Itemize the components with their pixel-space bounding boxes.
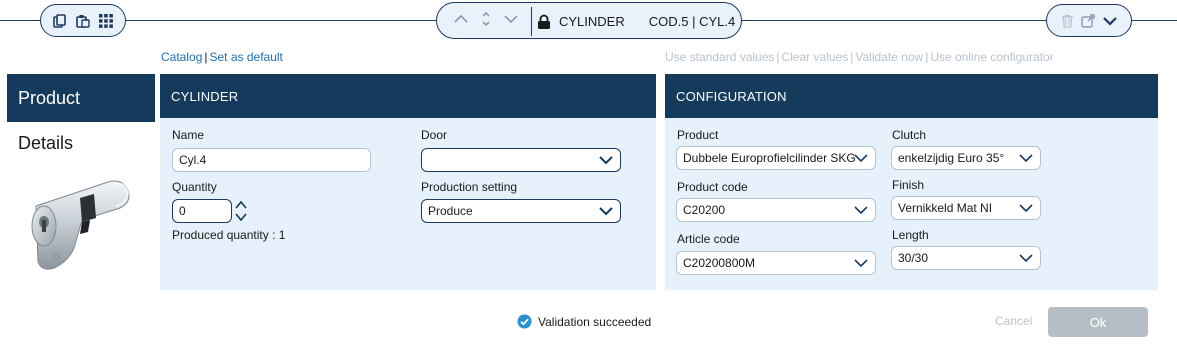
door-label: Door [421,128,448,142]
chevron-down-icon [1018,251,1034,268]
link-separator: | [925,50,929,64]
length-label: Length [892,228,929,242]
toolbar-center-group: CYLINDER COD.5 | CYL.4 [436,2,742,39]
external-link-icon[interactable] [1080,13,1095,28]
production-setting-label: Production setting [421,180,518,194]
ok-button[interactable]: Ok [1048,307,1148,337]
chevron-down-icon [598,204,614,221]
record-title: CYLINDER COD.5 | CYL.4 [537,3,735,40]
production-setting-value: Produce [428,204,473,218]
trash-icon[interactable] [1061,14,1074,28]
chevron-down-icon[interactable] [503,11,519,27]
product-code-select[interactable]: C20200 [676,198,876,222]
cylinder-panel-header: CYLINDER [160,74,656,118]
copy-icon[interactable] [53,13,67,28]
name-label: Name [172,128,205,142]
article-code-select[interactable]: C20200800M [676,251,876,275]
chevron-down-icon [853,151,869,168]
clutch-value: enkelzijdig Euro 35° [898,151,1005,165]
chevron-up-icon[interactable] [453,11,469,27]
clutch-label: Clutch [892,128,927,142]
product-image [22,176,134,276]
toolbar-right-group [1046,4,1132,37]
collapse-expand-icon[interactable] [479,11,493,27]
sidebar-item-product[interactable]: Product [7,74,155,122]
door-select[interactable] [421,148,621,172]
chevron-down-icon[interactable] [1102,14,1118,28]
catalog-links: Catalog | Set as default [161,50,283,64]
record-code: COD.5 | CYL.4 [648,14,736,29]
product-code-value: C20200 [683,203,726,217]
use-standard-values-link[interactable]: Use standard values [665,50,774,64]
chevron-down-icon [853,256,869,273]
record-navigation [453,11,519,27]
link-separator: | [204,50,208,64]
cylinder-panel: CYLINDER Name Cyl.4 Door Quantity 0 Prod… [160,74,656,290]
validate-now-link[interactable]: Validate now [855,50,923,64]
chevron-down-icon [598,153,614,170]
chevron-down-icon [1018,201,1034,218]
cancel-button[interactable]: Cancel [995,314,1032,328]
produced-quantity: Produced quantity : 1 [172,228,286,242]
quantity-label: Quantity [172,180,217,194]
article-code-value: C20200800M [683,256,756,270]
toolbar-left-group [40,4,126,37]
chevron-down-icon [1018,151,1034,168]
lock-icon [537,14,551,30]
quantity-input[interactable]: 0 [172,199,232,223]
length-select[interactable]: 30/30 [891,246,1041,270]
link-separator: | [776,50,780,64]
production-setting-select[interactable]: Produce [421,199,621,223]
chevron-down-icon [853,203,869,220]
set-default-link[interactable]: Set as default [210,50,283,64]
validation-status: Validation succeeded [517,314,651,329]
clear-values-link[interactable]: Clear values [782,50,849,64]
check-circle-icon [517,314,532,329]
toolbar-divider [531,7,532,36]
record-type: CYLINDER [559,14,625,29]
online-configurator-link[interactable]: Use online configurator [930,50,1053,64]
length-value: 30/30 [898,251,929,265]
finish-select[interactable]: Vernikkeld Mat NI [891,196,1041,220]
finish-value: Vernikkeld Mat NI [898,201,993,215]
configuration-panel: CONFIGURATION Product Dubbele Europrofie… [665,74,1158,290]
sidebar-item-details[interactable]: Details [7,119,155,167]
catalog-link[interactable]: Catalog [161,50,202,64]
clutch-select[interactable]: enkelzijdig Euro 35° [891,146,1041,170]
product-select[interactable]: Dubbele Europrofielcilinder SKG [676,146,876,170]
paste-icon[interactable] [76,14,90,28]
validation-status-text: Validation succeeded [538,314,652,329]
link-separator: | [850,50,854,64]
product-label: Product [677,128,719,142]
configuration-links: Use standard values | Clear values | Validat… [665,50,1054,64]
product-code-label: Product code [677,180,748,194]
finish-label: Finish [892,178,925,192]
quantity-stepper[interactable] [234,198,248,229]
grid-icon[interactable] [99,13,113,28]
configuration-panel-header: CONFIGURATION [665,74,1158,118]
name-input[interactable]: Cyl.4 [172,148,371,172]
article-code-label: Article code [677,232,740,246]
product-value: Dubbele Europrofielcilinder SKG [683,151,856,165]
